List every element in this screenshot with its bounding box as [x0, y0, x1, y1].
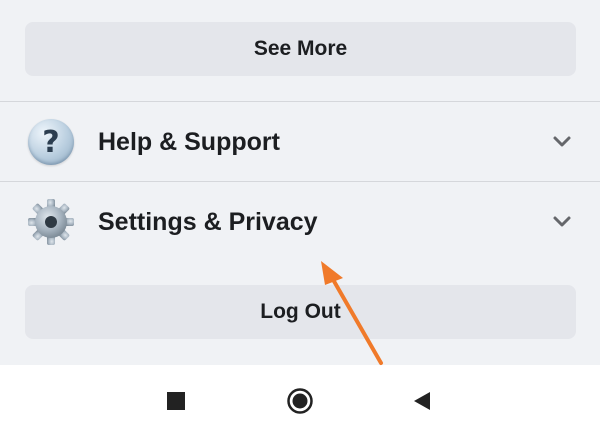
see-more-button[interactable]: See More	[25, 22, 576, 76]
menu-item-settings-privacy[interactable]: Settings & Privacy	[0, 182, 600, 262]
menu-item-label: Help & Support	[98, 127, 280, 156]
gear-icon	[26, 197, 76, 247]
help-icon: ?	[26, 117, 76, 167]
recent-apps-icon[interactable]	[162, 387, 190, 415]
menu-item-help-support[interactable]: ? Help & Support	[0, 102, 600, 182]
log-out-button[interactable]: Log Out	[25, 285, 576, 339]
chevron-down-icon[interactable]	[552, 135, 572, 149]
home-icon[interactable]	[286, 387, 314, 415]
menu-item-label: Settings & Privacy	[98, 207, 318, 236]
see-more-label: See More	[253, 37, 348, 60]
system-navigation-bar	[0, 365, 600, 437]
chevron-down-icon[interactable]	[552, 215, 572, 229]
log-out-label: Log Out	[260, 300, 341, 323]
back-icon[interactable]	[408, 387, 436, 415]
menu-screen: See More ? Help & Support Settings & Pri…	[0, 0, 600, 437]
